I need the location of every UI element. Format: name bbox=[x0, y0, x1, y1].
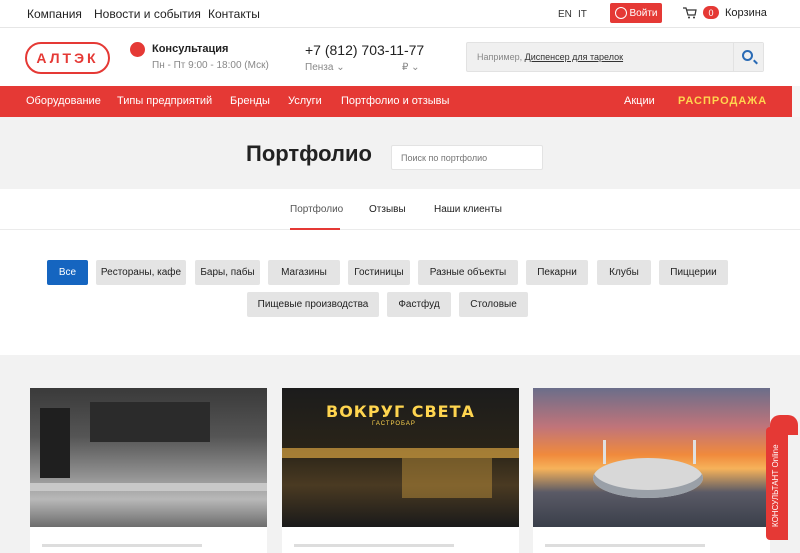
page-title: Портфолио bbox=[246, 141, 372, 166]
nav-equipment[interactable]: Оборудование bbox=[26, 95, 101, 107]
main-nav: Оборудование Типы предприятий Бренды Усл… bbox=[0, 86, 800, 117]
rack-decor bbox=[40, 408, 70, 478]
filter-misc[interactable]: Разные объекты bbox=[418, 260, 518, 285]
search-placeholder: Например, Диспенсер для тарелок bbox=[477, 52, 623, 62]
card-image-kitchen bbox=[30, 388, 267, 527]
logo[interactable]: АЛТЭК bbox=[25, 42, 110, 74]
filter-canteens[interactable]: Столовые bbox=[459, 292, 528, 317]
filter-chips: Все Рестораны, кафе Бары, пабы Магазины … bbox=[0, 230, 800, 355]
chevron-down-icon: ⌄ bbox=[411, 62, 420, 73]
filter-clubs[interactable]: Клубы bbox=[597, 260, 651, 285]
nav-brands[interactable]: Бренды bbox=[230, 95, 270, 107]
portfolio-grid: ВОКРУГ СВЕТА ГАСТРОБАР bbox=[0, 355, 800, 553]
portfolio-search-input[interactable] bbox=[391, 145, 543, 170]
city-label: Пенза bbox=[305, 62, 334, 73]
lang-it[interactable]: IT bbox=[578, 9, 587, 20]
user-icon bbox=[614, 7, 627, 19]
nav-business-types[interactable]: Типы предприятий bbox=[117, 95, 212, 107]
filter-food-production[interactable]: Пищевые производства bbox=[247, 292, 379, 317]
filter-bakeries[interactable]: Пекарни bbox=[526, 260, 588, 285]
header: АЛТЭК Консультация Пн - Пт 9:00 - 18:00 … bbox=[0, 28, 800, 86]
currency-selector[interactable]: ₽ ⌄ bbox=[402, 62, 420, 73]
search-button[interactable] bbox=[733, 43, 763, 71]
card-caption-placeholder bbox=[42, 544, 202, 547]
consultant-label: КОНСУЛЬТАНТ Online bbox=[771, 444, 780, 527]
top-nav-contacts[interactable]: Контакты bbox=[208, 7, 260, 21]
nav-sale[interactable]: РАСПРОДАЖА bbox=[678, 95, 767, 107]
tab-reviews[interactable]: Отзывы bbox=[369, 204, 406, 215]
portfolio-card[interactable] bbox=[533, 388, 770, 553]
tab-clients[interactable]: Наши клиенты bbox=[434, 204, 502, 215]
card-image-gastrobar: ВОКРУГ СВЕТА ГАСТРОБАР bbox=[282, 388, 519, 527]
scrollbar[interactable] bbox=[792, 86, 800, 117]
tab-portfolio[interactable]: Портфолио bbox=[290, 204, 343, 215]
consultation-title[interactable]: Консультация bbox=[152, 43, 228, 55]
filter-bars[interactable]: Бары, пабы bbox=[195, 260, 260, 285]
cart-label: Корзина bbox=[725, 6, 767, 19]
filter-fastfood[interactable]: Фастфуд bbox=[387, 292, 451, 317]
consultant-online-button[interactable]: КОНСУЛЬТАНТ Online bbox=[766, 427, 788, 540]
search-icon bbox=[742, 50, 753, 61]
shelf-decor bbox=[90, 402, 210, 442]
light-decor bbox=[282, 448, 519, 458]
filter-restaurants[interactable]: Рестораны, кафе bbox=[96, 260, 186, 285]
title-section: Портфолио bbox=[0, 117, 800, 189]
top-nav-company[interactable]: Компания bbox=[27, 7, 82, 21]
phone-number[interactable]: +7 (812) 703-11-77 bbox=[305, 42, 424, 58]
login-button[interactable]: Войти bbox=[610, 3, 662, 23]
chevron-down-icon: ⌄ bbox=[336, 62, 345, 73]
nav-services[interactable]: Услуги bbox=[288, 95, 322, 107]
consultation-hours: Пн - Пт 9:00 - 18:00 (Мск) bbox=[152, 60, 269, 71]
nav-promotions[interactable]: Акции bbox=[624, 95, 655, 107]
cart-icon bbox=[683, 6, 697, 18]
portfolio-card[interactable]: ВОКРУГ СВЕТА ГАСТРОБАР bbox=[282, 388, 519, 553]
portfolio-card[interactable] bbox=[30, 388, 267, 553]
login-label: Войти bbox=[629, 7, 658, 19]
mast-decor bbox=[603, 440, 606, 464]
tabs: Портфолио Отзывы Наши клиенты bbox=[0, 189, 800, 230]
card-caption-placeholder bbox=[545, 544, 705, 547]
mast-decor bbox=[693, 440, 696, 464]
currency-label: ₽ bbox=[402, 62, 409, 73]
filter-pizzerias[interactable]: Пиццерии bbox=[659, 260, 728, 285]
lang-en[interactable]: EN bbox=[558, 9, 572, 20]
card-caption-placeholder bbox=[294, 544, 454, 547]
filter-shops[interactable]: Магазины bbox=[268, 260, 340, 285]
city-selector[interactable]: Пенза ⌄ bbox=[305, 62, 345, 73]
search-placeholder-prefix: Например, bbox=[477, 52, 523, 62]
counter-decor bbox=[30, 483, 267, 491]
gastrobar-sign-sub: ГАСТРОБАР bbox=[372, 421, 416, 427]
gastrobar-sign: ВОКРУГ СВЕТА bbox=[326, 402, 475, 421]
bar-decor bbox=[402, 458, 492, 498]
card-image-stadium bbox=[533, 388, 770, 527]
cart-link[interactable]: 0 Корзина bbox=[683, 6, 767, 19]
stadium-decor bbox=[593, 458, 703, 498]
top-nav-news[interactable]: Новости и события bbox=[94, 7, 201, 21]
filter-hotels[interactable]: Гостиницы bbox=[348, 260, 410, 285]
search-input[interactable]: Например, Диспенсер для тарелок bbox=[466, 42, 764, 72]
filter-all[interactable]: Все bbox=[47, 260, 88, 285]
top-bar: Компания Новости и события Контакты EN I… bbox=[0, 0, 800, 28]
search-example-link[interactable]: Диспенсер для тарелок bbox=[525, 52, 623, 62]
phone-icon bbox=[130, 42, 145, 57]
cart-count-badge: 0 bbox=[703, 6, 719, 19]
nav-portfolio[interactable]: Портфолио и отзывы bbox=[341, 95, 449, 107]
